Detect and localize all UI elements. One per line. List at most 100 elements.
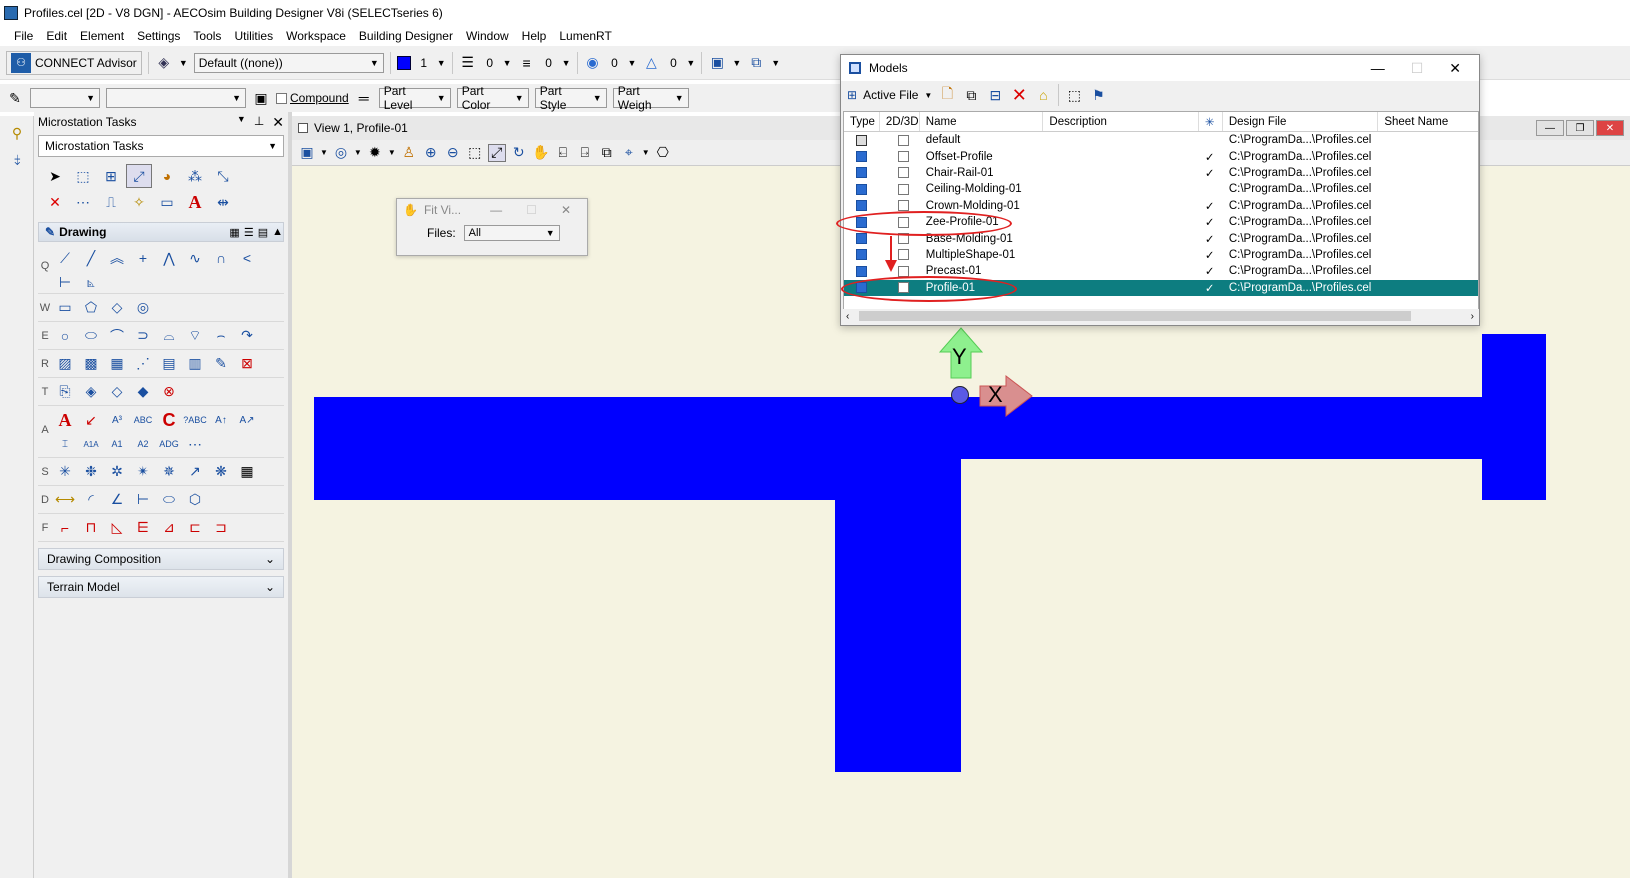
chevron-down-icon[interactable]: ▼ [388, 148, 396, 157]
attribute-icon[interactable]: ◕ [154, 164, 180, 188]
increment-text-icon[interactable]: A↑ [208, 408, 234, 432]
search-icon[interactable]: ⚲ [8, 124, 26, 142]
chevron-down-icon[interactable]: ▼ [237, 114, 246, 131]
edit-tag-icon[interactable]: ◆ [130, 380, 156, 404]
scroll-left-icon[interactable]: ‹ [846, 311, 849, 322]
close-icon[interactable]: ✕ [1596, 120, 1624, 136]
define-cell-icon[interactable]: ✴ [130, 460, 156, 484]
pin-icon[interactable]: ⊥ [254, 114, 264, 131]
note-icon[interactable]: ↙ [78, 408, 104, 432]
fit-tool-icon[interactable]: ⤢ [126, 164, 152, 188]
dimension-element-icon[interactable]: ⬡ [182, 488, 208, 512]
point-icon[interactable]: + [130, 246, 156, 270]
place-point-icon[interactable]: ⁂ [182, 164, 208, 188]
menu-element[interactable]: Element [80, 29, 124, 43]
col-snowflake[interactable]: ✳ [1199, 112, 1223, 131]
table-icon[interactable]: ▦ [234, 460, 260, 484]
polyline-icon[interactable]: ⋀ [156, 246, 182, 270]
2d3d-checkbox[interactable] [897, 134, 909, 146]
drawing-section-header[interactable]: ✎ Drawing ▦ ☰ ▤ ▲ [38, 222, 284, 242]
chevron-down-icon[interactable]: ▼ [354, 148, 362, 157]
arc-angle-icon[interactable]: ↷ [234, 324, 260, 348]
table-row[interactable]: Offset-Profile ✓ C:\ProgramDa...\Profiles.… [844, 148, 1478, 164]
arc-icon[interactable]: ⌒ [104, 324, 130, 348]
modify-arc-icon[interactable]: ⌔ [182, 324, 208, 348]
table-row[interactable]: MultipleShape-01 ✓ C:\ProgramDa...\Profile… [844, 247, 1478, 263]
chevron-down-icon[interactable]: ▼ [179, 58, 188, 68]
col-description[interactable]: Description [1043, 112, 1199, 131]
table-row[interactable]: Chair-Rail-01 ✓ C:\ProgramDa...\Profiles.c… [844, 165, 1478, 181]
insert-vertex-icon[interactable]: ⊏ [182, 516, 208, 540]
menu-file[interactable]: File [14, 29, 33, 43]
view-attributes-icon[interactable]: ▣ [298, 144, 316, 162]
display-style-icon[interactable]: ◎ [332, 144, 350, 162]
level-dropdown[interactable]: Default ((none)) ▼ [193, 52, 384, 73]
replace-cell-icon[interactable]: ❋ [208, 460, 234, 484]
compound-checkbox[interactable]: Compound [276, 91, 349, 105]
models-icon[interactable]: ▣ [708, 54, 726, 72]
fit-view-icon[interactable]: ⤢ [487, 143, 506, 162]
menu-tools[interactable]: Tools [193, 29, 221, 43]
flag-icon[interactable]: ⚑ [1089, 86, 1107, 104]
view-next-icon[interactable]: ⍈ [576, 144, 594, 162]
detail-view-icon[interactable]: ▤ [258, 226, 268, 239]
active-file-dropdown[interactable]: Active File [863, 88, 918, 102]
chevron-down-icon[interactable]: ▼ [437, 58, 446, 68]
menu-building-designer[interactable]: Building Designer [359, 29, 453, 43]
dimension-size-icon[interactable]: ⊢ [130, 488, 156, 512]
level-manager-icon[interactable]: ◈ [155, 54, 173, 72]
menu-lumenrt[interactable]: LumenRT [559, 29, 611, 43]
cell-matrix-icon[interactable]: ❉ [78, 460, 104, 484]
update-view-icon[interactable]: ♙ [400, 144, 418, 162]
delete-model-icon[interactable]: ✕ [1010, 85, 1028, 105]
dimension-linear-icon[interactable]: ⟷ [52, 488, 78, 512]
copy-model-icon[interactable]: ⧉ [962, 86, 980, 104]
grid-text-icon[interactable]: ⋯ [182, 432, 208, 456]
linear-pattern-icon[interactable]: ⋰ [130, 352, 156, 376]
chevron-down-icon[interactable]: ▼ [924, 91, 932, 100]
text-icon[interactable]: A [182, 190, 208, 214]
delete-icon[interactable]: ✕ [42, 190, 68, 214]
construct-icon[interactable]: ⊢ [52, 270, 78, 294]
dimension-radial-icon[interactable]: ◜ [78, 488, 104, 512]
dimension-ellipse-icon[interactable]: ⬭ [156, 488, 182, 512]
stream-icon[interactable]: ∿ [182, 246, 208, 270]
part-level-dropdown[interactable]: Part Level ▼ [378, 84, 451, 112]
rotate-view-icon[interactable]: ↻ [510, 144, 528, 162]
scrollbar-thumb[interactable] [859, 311, 1411, 321]
quarter-ellipse-icon[interactable]: ⌓ [156, 324, 182, 348]
orthogonal-shape-icon[interactable]: ◇ [104, 296, 130, 320]
menu-workspace[interactable]: Workspace [286, 29, 346, 43]
half-ellipse-icon[interactable]: ⊃ [130, 324, 156, 348]
grid-view-icon[interactable]: ▦ [229, 226, 239, 239]
menu-edit[interactable]: Edit [46, 29, 67, 43]
pen-icon[interactable]: ✎ [6, 89, 24, 107]
ellipse-icon[interactable]: ⬭ [78, 324, 104, 348]
smartline-icon[interactable]: ⟋ [52, 246, 78, 270]
horizontal-scrollbar[interactable]: ‹ › [843, 309, 1479, 323]
delete-pattern-icon[interactable]: ⊠ [234, 352, 260, 376]
restore-icon[interactable]: ❐ [1566, 120, 1594, 136]
equals-icon[interactable]: ═ [355, 89, 373, 107]
tag-icon[interactable]: ⎘ [52, 380, 78, 404]
part-color-dropdown[interactable]: Part Color ▼ [456, 84, 529, 112]
references-icon[interactable]: ⧉ [747, 54, 765, 72]
task-combo[interactable]: Microstation Tasks ▼ [38, 135, 284, 157]
menu-window[interactable]: Window [466, 29, 509, 43]
chevron-down-icon[interactable]: ▼ [642, 148, 650, 157]
manipulate-icon[interactable]: ⊞ [98, 164, 124, 188]
import-model-icon[interactable]: ⌂ [1034, 86, 1052, 104]
attach-tag-icon[interactable]: ◈ [78, 380, 104, 404]
minimize-icon[interactable]: — [1371, 60, 1385, 77]
chevron-up-icon[interactable]: ▲ [272, 226, 283, 239]
snap-icon[interactable]: ⤈ [8, 150, 26, 168]
copy-fill-icon[interactable]: A2 [130, 432, 156, 456]
chevron-down-icon[interactable]: ▼ [686, 58, 695, 68]
part-style-dropdown[interactable]: Part Style ▼ [534, 84, 607, 112]
flip-icon[interactable]: ⇹ [210, 190, 236, 214]
multiline-icon[interactable]: ︽ [104, 246, 130, 270]
extend-icon[interactable]: ⋿ [130, 516, 156, 540]
minimize-icon[interactable]: — [490, 203, 502, 217]
line-icon[interactable]: ╱ [78, 246, 104, 270]
arc-radius-icon[interactable]: ⌢ [208, 324, 234, 348]
